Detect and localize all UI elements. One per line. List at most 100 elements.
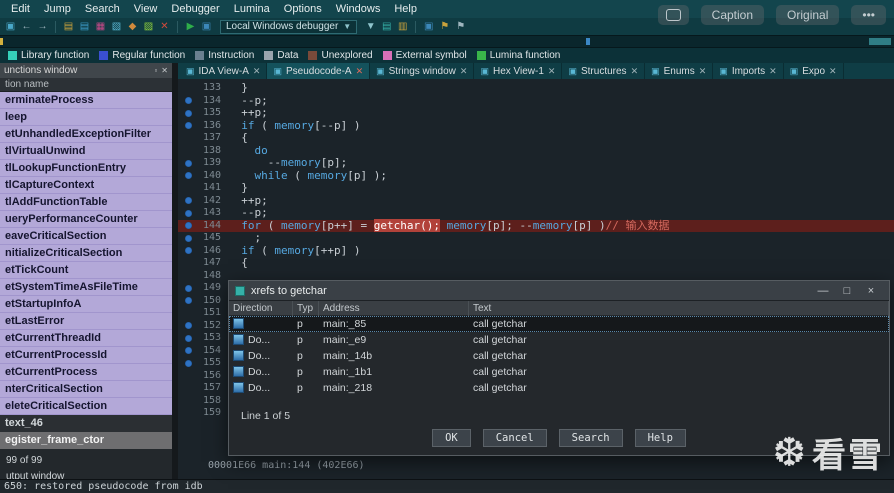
toolbar-icon[interactable]: ▨: [142, 20, 155, 33]
caption-button[interactable]: Caption: [700, 5, 765, 25]
toolbar-icon[interactable]: ←: [20, 20, 33, 33]
comment-bubble-icon[interactable]: [657, 5, 689, 25]
function-row[interactable]: tlAddFunctionTable: [0, 194, 172, 211]
function-row[interactable]: eleteCriticalSection: [0, 398, 172, 415]
function-row[interactable]: etLastError: [0, 313, 172, 330]
toolbar-icon[interactable]: ⚑: [454, 20, 467, 33]
code-line[interactable]: 146 if ( memory[++p] ): [178, 244, 894, 258]
menu-item-view[interactable]: View: [127, 2, 165, 16]
breakpoint-dot[interactable]: [185, 347, 192, 355]
toolbar-icon[interactable]: ▥: [396, 20, 409, 33]
code-line[interactable]: 144 for ( memory[p++] = getchar(); memor…: [178, 218, 894, 232]
breakpoint-dot[interactable]: [185, 109, 192, 117]
xref-column-headers[interactable]: Direction Typ Address Text: [229, 301, 889, 316]
toolbar-icon[interactable]: ▤: [78, 20, 91, 33]
function-row[interactable]: text_46: [0, 415, 172, 432]
function-row[interactable]: etSystemTimeAsFileTime: [0, 279, 172, 296]
function-row[interactable]: tlVirtualUnwind: [0, 143, 172, 160]
navigator-band[interactable]: [0, 35, 894, 48]
breakpoint-dot[interactable]: [185, 359, 192, 367]
tab-close-icon[interactable]: ✕: [769, 66, 777, 77]
panel-menu-icon[interactable]: ▫: [154, 66, 157, 75]
xref-column-header[interactable]: Address: [319, 301, 469, 316]
menu-item-edit[interactable]: Edit: [4, 2, 37, 16]
toolbar-icon[interactable]: →: [36, 20, 49, 33]
toolbar-icon[interactable]: ◆: [126, 20, 139, 33]
tab-close-icon[interactable]: ✕: [356, 66, 364, 77]
tab-close-icon[interactable]: ✕: [699, 66, 707, 77]
code-line[interactable]: 141 }: [178, 181, 894, 195]
breakpoint-dot[interactable]: [185, 334, 192, 342]
tab-close-icon[interactable]: ✕: [460, 66, 468, 77]
function-row[interactable]: etTickCount: [0, 262, 172, 279]
function-row[interactable]: etCurrentProcessId: [0, 347, 172, 364]
function-row[interactable]: nterCriticalSection: [0, 381, 172, 398]
tab-strings-window[interactable]: ▣ Strings window ✕: [370, 63, 475, 79]
breakpoint-dot[interactable]: [185, 234, 192, 242]
function-row[interactable]: leep: [0, 109, 172, 126]
code-line[interactable]: 147 {: [178, 256, 894, 270]
dialog-button-cancel[interactable]: Cancel: [482, 429, 547, 447]
xref-row[interactable]: Do... p main:_14b call getchar: [229, 348, 889, 364]
tab-enums[interactable]: ▣ Enums ✕: [645, 63, 714, 79]
tab-imports[interactable]: ▣ Imports ✕: [713, 63, 784, 79]
more-options-button[interactable]: •••: [851, 5, 886, 25]
xref-row[interactable]: Do... p main:_e9 call getchar: [229, 332, 889, 348]
original-button[interactable]: Original: [776, 5, 840, 25]
dialog-button-help[interactable]: Help: [634, 429, 686, 447]
function-row[interactable]: etUnhandledExceptionFilter: [0, 126, 172, 143]
tab-close-icon[interactable]: ✕: [548, 66, 556, 77]
breakpoint-dot[interactable]: [185, 284, 192, 292]
code-line[interactable]: 134 --p;: [178, 94, 894, 108]
breakpoint-dot[interactable]: [185, 209, 192, 217]
toolbar-icon[interactable]: ▤: [380, 20, 393, 33]
toolbar-icon[interactable]: ▣: [4, 20, 17, 33]
breakpoint-dot[interactable]: [185, 97, 192, 105]
tab-close-icon[interactable]: ✕: [253, 66, 261, 77]
tab-ida-view-a[interactable]: ▣ IDA View-A ✕: [180, 63, 268, 79]
xref-column-header[interactable]: Text: [469, 301, 889, 316]
toolbar-icon[interactable]: ▼: [364, 20, 377, 33]
dialog-button-ok[interactable]: OK: [432, 429, 471, 447]
toolbar-icon[interactable]: ▣: [422, 20, 435, 33]
dialog-title-bar[interactable]: xrefs to getchar — □ ×: [229, 281, 889, 301]
toolbar-icon[interactable]: ▶: [184, 20, 197, 33]
toolbar-icon[interactable]: ▦: [94, 20, 107, 33]
panel-close-icon[interactable]: ✕: [161, 66, 168, 75]
function-row[interactable]: tlLookupFunctionEntry: [0, 160, 172, 177]
function-row[interactable]: etCurrentThreadId: [0, 330, 172, 347]
menu-item-debugger[interactable]: Debugger: [164, 2, 226, 16]
code-line[interactable]: 142 ++p;: [178, 194, 894, 208]
toolbar-icon[interactable]: ⚑: [438, 20, 451, 33]
menu-item-options[interactable]: Options: [277, 2, 329, 16]
tab-expo[interactable]: ▣ Expo ✕: [784, 63, 844, 79]
function-row[interactable]: erminateProcess: [0, 92, 172, 109]
breakpoint-dot[interactable]: [185, 222, 192, 230]
breakpoint-dot[interactable]: [185, 297, 192, 305]
code-line[interactable]: 136 if ( memory[--p] ): [178, 119, 894, 133]
function-row[interactable]: egister_frame_ctor: [0, 432, 172, 449]
maximize-icon[interactable]: □: [835, 285, 859, 297]
breakpoint-dot[interactable]: [185, 247, 192, 255]
breakpoint-dot[interactable]: [185, 122, 192, 130]
function-row[interactable]: ueryPerformanceCounter: [0, 211, 172, 228]
tab-hex-view-1[interactable]: ▣ Hex View-1 ✕: [474, 63, 563, 79]
xref-column-header[interactable]: Direction: [229, 301, 293, 316]
code-line[interactable]: 137 {: [178, 131, 894, 145]
breakpoint-dot[interactable]: [185, 159, 192, 167]
xref-row[interactable]: Do... p main:_218 call getchar: [229, 380, 889, 396]
breakpoint-dot[interactable]: [185, 322, 192, 330]
tab-pseudocode-a[interactable]: ▣ Pseudocode-A ✕: [267, 63, 371, 79]
tab-close-icon[interactable]: ✕: [631, 66, 639, 77]
breakpoint-dot[interactable]: [185, 197, 192, 205]
menu-item-jump[interactable]: Jump: [37, 2, 78, 16]
function-row[interactable]: etCurrentProcess: [0, 364, 172, 381]
function-row[interactable]: eaveCriticalSection: [0, 228, 172, 245]
code-line[interactable]: 140 while ( memory[p] );: [178, 169, 894, 183]
menu-item-windows[interactable]: Windows: [329, 2, 388, 16]
menu-item-lumina[interactable]: Lumina: [227, 2, 277, 16]
menu-item-help[interactable]: Help: [387, 2, 424, 16]
xref-row[interactable]: p main:_85 call getchar: [229, 316, 889, 332]
toolbar-icon[interactable]: ✕: [158, 20, 171, 33]
code-line[interactable]: 133 }: [178, 81, 894, 95]
